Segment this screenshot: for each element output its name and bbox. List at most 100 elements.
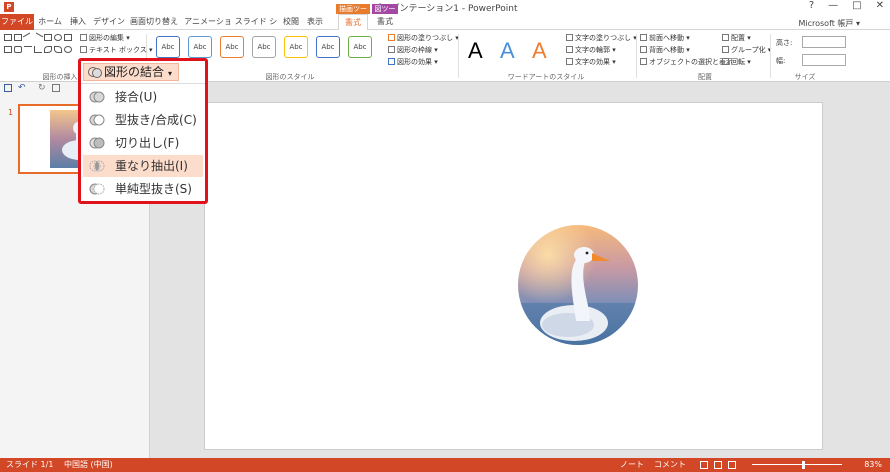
- tab-review[interactable]: 校閲: [280, 14, 302, 30]
- context-label-picture-tools: 図ツール: [372, 4, 398, 23]
- text-effects-button[interactable]: 文字の効果 ▾: [566, 57, 616, 67]
- shape-style-2[interactable]: Abc: [188, 36, 212, 58]
- freeform-shape-icon[interactable]: [54, 46, 62, 53]
- textbox-shape-icon[interactable]: [14, 34, 22, 41]
- align-button[interactable]: 配置 ▾: [722, 33, 751, 43]
- ribbon-separator: [636, 34, 637, 78]
- text-fill-icon: [566, 34, 573, 41]
- edit-shape-icon: [80, 34, 87, 41]
- status-slide-indicator: スライド 1/1: [6, 460, 54, 469]
- group-title-size: サイズ: [794, 73, 816, 81]
- start-slideshow-icon[interactable]: [52, 84, 60, 92]
- shape-style-1[interactable]: Abc: [156, 36, 180, 58]
- shape-style-5[interactable]: Abc: [284, 36, 308, 58]
- zoom-level[interactable]: 83%: [864, 458, 882, 472]
- shape-effects-button[interactable]: 図形の効果 ▾: [388, 57, 438, 67]
- wordart-style-black[interactable]: A: [468, 38, 483, 64]
- elbow-shape-icon[interactable]: [34, 46, 42, 53]
- tab-slideshow[interactable]: スライド ショー: [234, 14, 278, 42]
- tab-design[interactable]: デザイン: [92, 14, 126, 30]
- group-button[interactable]: グループ化 ▾: [722, 45, 771, 55]
- height-input[interactable]: [802, 36, 846, 48]
- effects-icon: [388, 58, 395, 65]
- undo-icon[interactable]: ↶: [18, 83, 26, 93]
- rect2-shape-icon[interactable]: [44, 34, 52, 41]
- triangle-shape-icon[interactable]: [4, 46, 12, 53]
- text-effects-icon: [566, 58, 573, 65]
- height-label: 高さ:: [776, 39, 793, 47]
- wordart-style-blue[interactable]: A: [500, 38, 515, 64]
- normal-view-icon[interactable]: [700, 461, 708, 469]
- selection-pane-button[interactable]: オブジェクトの選択と表示: [640, 57, 733, 67]
- shape-fill-button[interactable]: 図形の塗りつぶし ▾: [388, 33, 459, 43]
- shape-style-7[interactable]: Abc: [348, 36, 372, 58]
- notes-button[interactable]: ノート: [620, 458, 644, 472]
- callout-shape-icon[interactable]: [14, 46, 22, 53]
- minimize-button[interactable]: —: [828, 0, 838, 11]
- oval-shape-icon[interactable]: [54, 34, 62, 41]
- tab-transitions[interactable]: 画面切り替え: [128, 14, 180, 30]
- redo-icon[interactable]: ↻: [38, 83, 46, 93]
- window-title: プレゼンテーション1 - PowerPoint: [372, 4, 518, 14]
- rotate-button[interactable]: 回転 ▾: [722, 57, 751, 67]
- width-input[interactable]: [802, 54, 846, 66]
- send-backward-icon: [640, 46, 647, 53]
- title-bar: P プレゼンテーション1 - PowerPoint ? — □ ✕: [0, 0, 890, 14]
- context-label-drawing-tools: 描画ツール: [336, 4, 370, 23]
- slide-sorter-icon[interactable]: [714, 461, 722, 469]
- window-controls: ? — □ ✕: [809, 0, 884, 11]
- curve-shape-icon[interactable]: [44, 46, 52, 53]
- help-button[interactable]: ?: [809, 0, 814, 11]
- status-language[interactable]: 中国語 (中国): [64, 458, 113, 472]
- text-outline-button[interactable]: 文字の輪郭 ▾: [566, 45, 616, 55]
- annotation-highlight-box: [78, 58, 208, 204]
- width-label: 幅:: [776, 57, 786, 65]
- ribbon-separator: [458, 34, 459, 78]
- send-backward-button[interactable]: 背面へ移動 ▾: [640, 45, 690, 55]
- slide-number: 1: [8, 108, 14, 117]
- edit-shape-button[interactable]: 図形の編集 ▾: [80, 33, 130, 43]
- tab-file[interactable]: ファイル: [0, 14, 34, 30]
- text-outline-icon: [566, 46, 573, 53]
- arrow-shape-icon[interactable]: [32, 32, 44, 43]
- tab-view[interactable]: 表示: [304, 14, 326, 30]
- line-shape-icon[interactable]: [22, 32, 34, 43]
- selection-pane-icon: [640, 58, 647, 65]
- paint-bucket-icon: [388, 34, 395, 41]
- slide-editing-area: [151, 82, 890, 458]
- maximize-button[interactable]: □: [852, 0, 861, 11]
- group-icon: [722, 46, 729, 53]
- tab-insert[interactable]: 挿入: [66, 14, 90, 30]
- arc-shape-icon[interactable]: [64, 46, 72, 53]
- group-title-wordart: ワードアートのスタイル: [507, 73, 585, 81]
- slide-canvas[interactable]: [204, 102, 823, 450]
- shape-style-6[interactable]: Abc: [316, 36, 340, 58]
- roundrect-shape-icon[interactable]: [64, 34, 72, 41]
- group-title-arrange: 配置: [698, 73, 712, 81]
- rectangle-shape-icon[interactable]: [4, 34, 12, 41]
- close-button[interactable]: ✕: [876, 0, 884, 11]
- bring-forward-icon: [640, 34, 647, 41]
- rotate-icon: [722, 58, 729, 65]
- reading-view-icon[interactable]: [728, 461, 736, 469]
- textbox-icon: [80, 46, 87, 53]
- shape-style-3[interactable]: Abc: [220, 36, 244, 58]
- zoom-slider[interactable]: [752, 464, 842, 465]
- save-icon[interactable]: [4, 84, 12, 92]
- zoom-slider-thumb[interactable]: [802, 461, 805, 469]
- wordart-style-orange[interactable]: A: [532, 38, 547, 64]
- group-title-shape-styles: 図形のスタイル: [265, 73, 315, 81]
- account-menu[interactable]: Microsoft 帳戸 ▾: [798, 18, 860, 29]
- goose-image: [518, 225, 638, 345]
- goose-photo-circle[interactable]: [518, 225, 638, 345]
- shape-style-4[interactable]: Abc: [252, 36, 276, 58]
- shape-outline-button[interactable]: 図形の枠線 ▾: [388, 45, 438, 55]
- comments-button[interactable]: コメント: [654, 458, 686, 472]
- pencil-icon: [388, 46, 395, 53]
- connector-shape-icon[interactable]: [24, 46, 32, 53]
- tab-animations[interactable]: アニメーション: [182, 14, 234, 42]
- bring-forward-button[interactable]: 前面へ移動 ▾: [640, 33, 690, 43]
- text-box-button[interactable]: テキスト ボックス ▾: [80, 45, 153, 55]
- text-fill-button[interactable]: 文字の塗りつぶし ▾: [566, 33, 637, 43]
- tab-home[interactable]: ホーム: [36, 14, 64, 30]
